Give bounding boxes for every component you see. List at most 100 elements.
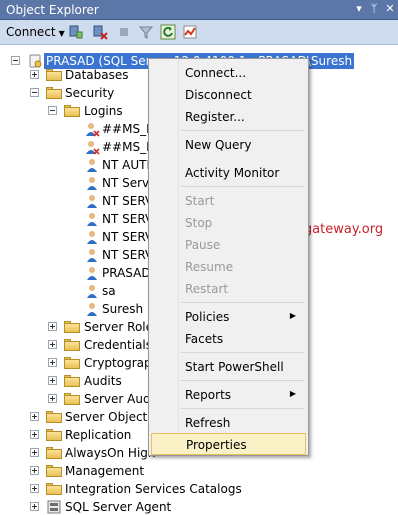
refresh-icon[interactable]	[160, 24, 176, 40]
folder-icon	[64, 321, 80, 333]
folder-icon	[46, 447, 62, 459]
window-title: Object Explorer	[6, 3, 99, 17]
disconnect-server-icon[interactable]	[92, 24, 108, 40]
node-label: Credentials	[84, 338, 153, 352]
window-dropdown-button[interactable]: ▾	[352, 2, 366, 16]
node-label: sa	[102, 284, 116, 298]
menu-item-label: Register...	[185, 110, 245, 124]
menu-item-label: Start	[185, 194, 215, 208]
folder-open-icon	[64, 105, 80, 117]
menu-item-label: Start PowerShell	[185, 360, 284, 374]
menu-item-label: Restart	[185, 282, 229, 296]
stop-icon[interactable]	[116, 24, 132, 40]
filter-icon[interactable]	[138, 24, 154, 40]
node-label: Management	[65, 464, 145, 478]
connect-button[interactable]: Connect ▼	[6, 25, 65, 39]
close-icon[interactable]: ✕	[383, 2, 397, 16]
node-label: Integration Services Catalogs	[65, 482, 242, 496]
expand-toggle[interactable]	[30, 448, 39, 457]
folder-icon	[46, 411, 62, 423]
folder-icon	[46, 483, 62, 495]
collapse-toggle[interactable]	[48, 106, 57, 115]
node-label: AlwaysOn High	[65, 446, 156, 460]
expand-toggle[interactable]	[48, 322, 57, 331]
menu-item-policies[interactable]: Policies ▶	[151, 306, 306, 328]
server-context-menu: Connect... Disconnect Register... New Qu…	[148, 58, 309, 456]
node-label: Replication	[65, 428, 132, 442]
menu-item-label: Policies	[185, 310, 230, 324]
node-label: Databases	[65, 68, 129, 82]
menu-item-connect[interactable]: Connect...	[151, 62, 306, 84]
node-label: Suresh	[102, 302, 144, 316]
menu-item-reports[interactable]: Reports ▶	[151, 384, 306, 406]
user-login-icon	[87, 195, 97, 208]
node-label: Audits	[84, 374, 122, 388]
expand-toggle[interactable]	[30, 484, 39, 493]
menu-separator	[181, 408, 304, 409]
expand-toggle[interactable]	[48, 376, 57, 385]
user-login-icon	[87, 303, 97, 316]
submenu-arrow-icon: ▶	[289, 311, 296, 320]
collapse-toggle[interactable]	[30, 88, 39, 97]
expand-toggle[interactable]	[48, 358, 57, 367]
menu-item-stop: Stop	[151, 212, 306, 234]
menu-item-label: Reports	[185, 388, 232, 402]
menu-item-register[interactable]: Register...	[151, 106, 306, 128]
tree-node-sql-server-agent[interactable]: SQL Server Agent	[0, 498, 398, 515]
node-label: SQL Server Agent	[65, 500, 172, 514]
node-label: NT SERV	[102, 248, 154, 262]
user-login-icon	[86, 141, 100, 155]
menu-separator	[181, 352, 304, 353]
expand-toggle[interactable]	[30, 412, 39, 421]
node-label: NT SERV	[102, 230, 154, 244]
menu-item-facets[interactable]: Facets	[151, 328, 306, 350]
connect-label: Connect	[6, 25, 56, 39]
folder-open-icon	[46, 87, 62, 99]
menu-item-label: New Query	[185, 138, 252, 152]
folder-icon	[64, 393, 80, 405]
folder-icon	[46, 69, 62, 81]
node-label: PRASAD\	[102, 266, 155, 280]
expand-toggle[interactable]	[30, 466, 39, 475]
menu-separator	[181, 380, 304, 381]
tree-node-integration-services[interactable]: Integration Services Catalogs	[0, 480, 398, 498]
connect-server-icon[interactable]	[68, 24, 84, 40]
menu-item-restart: Restart	[151, 278, 306, 300]
menu-item-refresh[interactable]: Refresh	[151, 412, 306, 434]
folder-icon	[64, 339, 80, 351]
auto-hide-pin-icon[interactable]: ᛘ	[367, 2, 381, 16]
menu-item-disconnect[interactable]: Disconnect	[151, 84, 306, 106]
menu-item-activity-monitor[interactable]: Activity Monitor	[151, 162, 306, 184]
menu-item-label: Properties	[186, 438, 247, 452]
node-label: NT SERV	[102, 212, 154, 226]
folder-icon	[46, 465, 62, 477]
user-login-icon	[87, 231, 97, 244]
expand-toggle[interactable]	[30, 70, 39, 79]
menu-item-label: Activity Monitor	[185, 166, 280, 180]
expand-toggle[interactable]	[48, 394, 57, 403]
chevron-down-icon: ▼	[58, 29, 65, 38]
expand-toggle[interactable]	[30, 502, 39, 511]
menu-item-start-powershell[interactable]: Start PowerShell	[151, 356, 306, 378]
user-login-icon	[87, 213, 97, 226]
expand-toggle[interactable]	[30, 430, 39, 439]
menu-separator	[181, 130, 304, 131]
menu-item-label: Disconnect	[185, 88, 252, 102]
menu-item-pause: Pause	[151, 234, 306, 256]
user-login-icon	[87, 267, 97, 280]
node-label: NT SERV	[102, 194, 154, 208]
node-label: NT Servi	[102, 176, 153, 190]
folder-icon	[46, 429, 62, 441]
node-label: Security	[65, 86, 115, 100]
menu-item-label: Facets	[185, 332, 224, 346]
menu-item-properties[interactable]: Properties	[151, 433, 306, 455]
expand-toggle[interactable]	[48, 340, 57, 349]
menu-separator	[181, 186, 304, 187]
node-label: Logins	[84, 104, 123, 118]
menu-item-new-query[interactable]: New Query	[151, 134, 306, 156]
activity-monitor-icon[interactable]	[182, 24, 198, 40]
user-login-icon	[86, 123, 100, 137]
tree-node-management[interactable]: Management	[0, 462, 398, 480]
folder-icon	[64, 357, 80, 369]
collapse-toggle[interactable]	[11, 56, 20, 65]
